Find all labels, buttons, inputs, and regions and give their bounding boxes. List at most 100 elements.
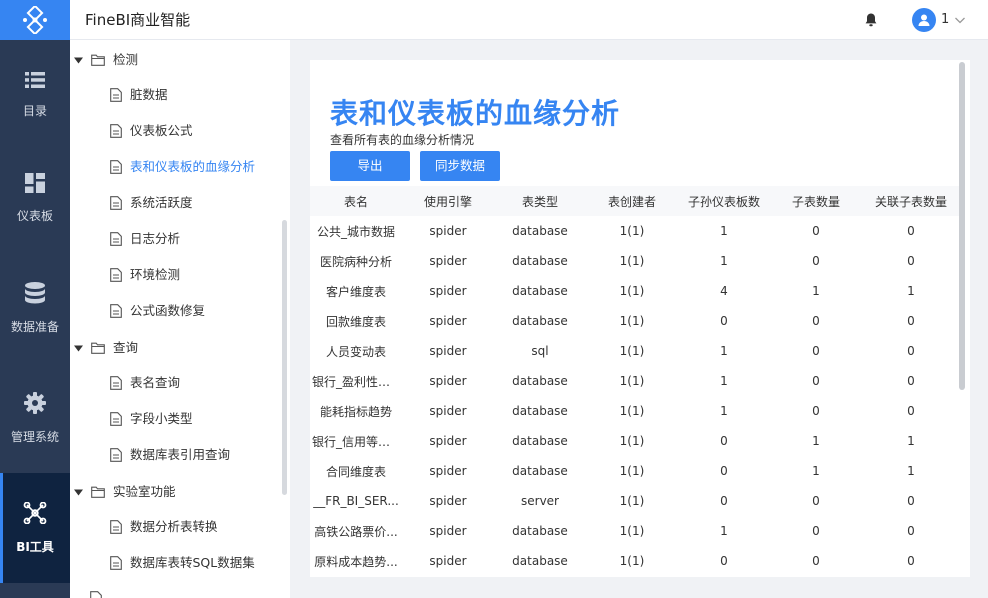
table-row[interactable]: 能耗指标趋势 spider database 1(1) 1 0 0: [310, 396, 960, 426]
app-logo[interactable]: [0, 0, 70, 40]
tree-scrollbar[interactable]: [282, 220, 287, 495]
table-row[interactable]: 医院病种分析 spider database 1(1) 1 0 0: [310, 246, 960, 276]
table-cell: database: [512, 434, 568, 448]
tree-item-dashboard-formula[interactable]: 仪表板公式: [110, 113, 193, 149]
column-header[interactable]: 使用引擎: [402, 186, 494, 216]
nav-label: 目录: [22, 103, 47, 118]
table-row[interactable]: 合同维度表 spider database 1(1) 0 1 1: [310, 456, 960, 486]
table-cell: 1(1): [619, 224, 645, 238]
caret-down-icon: [74, 489, 83, 495]
nav-item-dashboard[interactable]: 仪表板: [0, 143, 70, 253]
table-cell: server: [521, 494, 559, 508]
tree-item-label: 公式函数修复: [130, 303, 206, 318]
table-cell: 1(1): [619, 344, 645, 358]
tree-item-analysis-table-convert[interactable]: 数据分析表转换: [110, 509, 218, 545]
table-cell: 0: [812, 254, 820, 268]
tree-item-system-activity[interactable]: 系统活跃度: [110, 185, 193, 221]
tree-item-label: 字段小类型: [130, 411, 193, 426]
table-row[interactable]: 原料成本趋势... spider database 1(1) 0 0 0: [310, 546, 960, 576]
table-header-row: 表名 使用引擎 表类型 表创建者 子孙仪表板数 子表数量 关联子表数量: [310, 186, 960, 216]
nav-item-bi-tools[interactable]: BI工具: [0, 473, 70, 583]
table-cell: 0: [720, 464, 728, 478]
nav-item-data-prep[interactable]: 数据准备: [0, 253, 70, 363]
table-row[interactable]: 人员变动表 spider sql 1(1) 1 0 0: [310, 336, 960, 366]
tree-item-label: 脏数据: [130, 87, 168, 102]
table-cell: 人员变动表: [325, 344, 386, 359]
tree-item-table-name-query[interactable]: 表名查询: [110, 365, 180, 401]
table-row[interactable]: 银行_信用等级... spider database 1(1) 0 1 1: [310, 426, 960, 456]
table-cell: 1(1): [619, 284, 645, 298]
table-cell: 回款维度表: [325, 314, 386, 329]
table-cell: 1(1): [619, 314, 645, 328]
tree-group-label: 查询: [113, 340, 139, 355]
dashboard-icon: [25, 172, 45, 193]
table-cell: __FR_BI_SER...: [313, 494, 399, 508]
table-cell: 0: [720, 314, 728, 328]
tree-group-query[interactable]: 查询: [74, 330, 138, 366]
table-cell: spider: [429, 284, 467, 298]
table-cell: 0: [907, 494, 915, 508]
tree-group-lab[interactable]: 实验室功能: [74, 474, 176, 510]
tree-item-formula-repair[interactable]: 公式函数修复: [110, 293, 205, 329]
list-icon: [25, 71, 45, 88]
tree-item-label: 系统活跃度: [130, 195, 193, 210]
user-avatar[interactable]: [912, 8, 936, 32]
table-cell: 0: [907, 224, 915, 238]
page-title: 表和仪表板的血缘分析: [330, 97, 621, 130]
table-cell: spider: [429, 374, 467, 388]
nav-label: BI工具: [16, 539, 54, 554]
table-cell: 1: [812, 284, 820, 298]
table-row[interactable]: 客户维度表 spider database 1(1) 4 1 1: [310, 276, 960, 306]
tree-group-detect[interactable]: 检测: [74, 42, 138, 78]
tree-item-db-to-sql-dataset[interactable]: 数据库表转SQL数据集: [110, 545, 255, 581]
tree-item-env-check[interactable]: 环境检测: [110, 257, 180, 293]
chevron-down-icon[interactable]: [954, 14, 966, 26]
file-icon: [110, 88, 122, 102]
tree-item-label: 日志分析: [130, 231, 181, 246]
table-cell: 1(1): [619, 374, 645, 388]
column-header[interactable]: 子表数量: [770, 186, 862, 216]
column-header[interactable]: 表名: [310, 186, 402, 216]
table-row[interactable]: 回款维度表 spider database 1(1) 0 0 0: [310, 306, 960, 336]
app-title: FineBI商业智能: [85, 11, 191, 29]
table-cell: sql: [531, 344, 549, 358]
tree-item-label: 数据库表引用查询: [130, 447, 231, 462]
table-cell: 0: [812, 404, 820, 418]
tree-item-partial[interactable]: [90, 580, 110, 598]
file-icon: [110, 376, 122, 390]
table-cell: 1(1): [619, 254, 645, 268]
file-icon: [110, 268, 122, 282]
table-cell: 银行_信用等级...: [312, 434, 402, 449]
table-cell: spider: [429, 524, 467, 538]
file-icon: [110, 124, 122, 138]
column-header[interactable]: 表类型: [494, 186, 586, 216]
tree-item-label: 数据分析表转换: [130, 519, 218, 534]
tree-item-log-analysis[interactable]: 日志分析: [110, 221, 180, 257]
tree-item-lineage-analysis[interactable]: 表和仪表板的血缘分析: [110, 149, 255, 185]
bell-icon[interactable]: [863, 12, 879, 28]
table-cell: 客户维度表: [325, 284, 386, 299]
sync-data-button[interactable]: 同步数据: [420, 151, 500, 181]
table-cell: spider: [429, 464, 467, 478]
table-row[interactable]: 公共_城市数据 spider database 1(1) 1 0 0: [310, 216, 960, 246]
column-header[interactable]: 子孙仪表板数: [678, 186, 770, 216]
export-button[interactable]: 导出: [330, 151, 410, 181]
user-name[interactable]: 1: [941, 0, 949, 40]
table-cell: 0: [812, 494, 820, 508]
tree-item-db-table-ref-query[interactable]: 数据库表引用查询: [110, 437, 230, 473]
folder-icon: [91, 54, 105, 66]
table-cell: 高铁公路票价...: [314, 524, 398, 539]
table-row[interactable]: __FR_BI_SER... spider server 1(1) 0 0 0: [310, 486, 960, 516]
column-header[interactable]: 关联子表数量: [862, 186, 960, 216]
table-row[interactable]: 高铁公路票价... spider database 1(1) 1 0 0: [310, 516, 960, 546]
column-header[interactable]: 表创建者: [586, 186, 678, 216]
table-row[interactable]: 银行_盈利性分... spider database 1(1) 1 0 0: [310, 366, 960, 396]
table-cell: database: [512, 374, 568, 388]
tree-item-dirty-data[interactable]: 脏数据: [110, 77, 168, 113]
nav-item-management[interactable]: 管理系统: [0, 363, 70, 473]
table-cell: 1: [720, 254, 728, 268]
nav-item-catalog[interactable]: 目录: [0, 40, 70, 150]
file-icon: [90, 591, 102, 598]
content-scrollbar[interactable]: [959, 62, 965, 390]
tree-item-field-subtype[interactable]: 字段小类型: [110, 401, 193, 437]
